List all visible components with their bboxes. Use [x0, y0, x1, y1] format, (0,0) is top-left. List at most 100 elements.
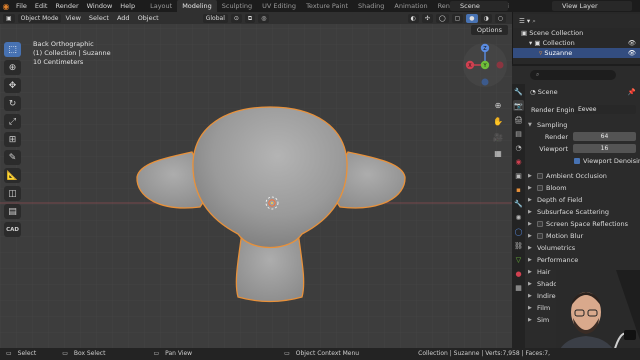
output-tab-icon[interactable]: 🖨: [513, 114, 524, 125]
section-bloom[interactable]: ▶ Bloom: [527, 182, 640, 194]
blender-logo-icon[interactable]: ◉: [0, 0, 12, 12]
material-tab-icon[interactable]: ●: [513, 268, 524, 279]
section-performance[interactable]: ▶ Performance: [527, 254, 640, 266]
expand-chevron-icon[interactable]: ▶: [528, 170, 532, 182]
section-motion-blur[interactable]: ▶ Motion Blur: [527, 230, 640, 242]
gizmo-neg-z-axis[interactable]: [481, 78, 489, 86]
shading-rendered-icon[interactable]: ○: [494, 13, 506, 23]
object-tab-icon[interactable]: ▪: [513, 184, 524, 195]
extra-tool-icon[interactable]: ▤: [4, 204, 21, 219]
expand-chevron-icon[interactable]: ▶: [528, 266, 532, 278]
menu-edit[interactable]: Edit: [31, 0, 52, 12]
pivot-icon[interactable]: ⊙: [230, 13, 242, 23]
eye-icon[interactable]: 👁: [628, 48, 636, 58]
view-layer-tab-icon[interactable]: ▤: [513, 128, 524, 139]
expand-chevron-icon[interactable]: ▶: [528, 278, 532, 290]
section-screen-space-reflections[interactable]: ▶ Screen Space Reflections: [527, 218, 640, 230]
tab-uv-editing[interactable]: UV Editing: [257, 0, 301, 12]
menu-help[interactable]: Help: [116, 0, 139, 12]
expand-chevron-icon[interactable]: ▶: [528, 206, 532, 218]
expand-chevron-icon[interactable]: ▶: [528, 290, 532, 302]
menu-object[interactable]: Object: [134, 12, 163, 24]
section-enable-checkbox[interactable]: [537, 233, 543, 239]
gizmo-toggle-icon[interactable]: ✣: [421, 13, 433, 23]
gizmo-neg-x-axis[interactable]: [496, 61, 504, 69]
visibility-icon[interactable]: ◐: [407, 13, 419, 23]
menu-render[interactable]: Render: [51, 0, 82, 12]
render-samples-field[interactable]: 64: [573, 132, 636, 141]
section-enable-checkbox[interactable]: [537, 173, 543, 179]
xray-icon[interactable]: ▢: [451, 13, 464, 23]
zoom-icon[interactable]: ⊕: [491, 98, 505, 112]
navigation-gizmo[interactable]: Z X Y: [462, 42, 508, 88]
modifier-tab-icon[interactable]: 🔧: [513, 198, 524, 209]
render-tab-icon[interactable]: 📷: [513, 100, 524, 111]
transform-tool-icon[interactable]: ⊞: [4, 132, 21, 147]
section-enable-checkbox[interactable]: [537, 185, 543, 191]
shading-material-icon[interactable]: ◑: [480, 13, 492, 23]
proportional-edit-icon[interactable]: ◎: [258, 13, 270, 23]
scene-tab-icon[interactable]: ◔: [513, 142, 524, 153]
move-tool-icon[interactable]: ✥: [4, 78, 21, 93]
menu-select[interactable]: Select: [85, 12, 113, 24]
expand-chevron-icon[interactable]: ▶: [528, 218, 532, 230]
data-tab-icon[interactable]: ▽: [513, 254, 524, 265]
eye-icon[interactable]: 👁: [628, 38, 636, 48]
expand-chevron-icon[interactable]: ▶: [528, 242, 532, 254]
scene-selector[interactable]: Scene: [450, 1, 508, 11]
measure-tool-icon[interactable]: 📐: [4, 168, 21, 183]
expand-chevron-icon[interactable]: ▶: [528, 182, 532, 194]
texture-tab-icon[interactable]: ▦: [513, 282, 524, 293]
section-ambient-occlusion[interactable]: ▶ Ambient Occlusion: [527, 170, 640, 182]
menu-add[interactable]: Add: [113, 12, 134, 24]
section-subsurface-scattering[interactable]: ▶ Subsurface Scattering: [527, 206, 640, 218]
physics-tab-icon[interactable]: ◯: [513, 226, 524, 237]
section-depth-of-field[interactable]: ▶ Depth of Field: [527, 194, 640, 206]
options-dropdown[interactable]: Options: [470, 25, 508, 35]
snap-icon[interactable]: ⧉: [244, 13, 256, 23]
view-layer-selector[interactable]: View Layer: [552, 1, 632, 11]
tab-sculpting[interactable]: Sculpting: [217, 0, 257, 12]
editor-type-button[interactable]: ▣: [3, 13, 15, 23]
outliner-scene-collection[interactable]: ▣ Scene Collection: [513, 28, 640, 38]
tab-texture-paint[interactable]: Texture Paint: [301, 0, 353, 12]
overlay-toggle-icon[interactable]: ◯: [435, 13, 449, 23]
sampling-section[interactable]: ▼ Sampling: [527, 119, 640, 131]
collection-tab-icon[interactable]: ▣: [513, 170, 524, 181]
ortho-grid-icon[interactable]: ▦: [491, 146, 505, 160]
render-engine-dropdown[interactable]: Eevee: [574, 105, 636, 114]
section-enable-checkbox[interactable]: [537, 221, 543, 227]
select-box-tool-icon[interactable]: ⬚: [4, 42, 21, 57]
particles-tab-icon[interactable]: ✺: [513, 212, 524, 223]
outliner-suzanne[interactable]: ▿ Suzanne 👁: [513, 48, 640, 58]
camera-icon[interactable]: 🎥: [491, 130, 505, 144]
tab-animation[interactable]: Animation: [389, 0, 432, 12]
properties-search-input[interactable]: ⌕: [530, 70, 616, 80]
shading-solid-icon[interactable]: ●: [466, 13, 478, 23]
rotate-tool-icon[interactable]: ↻: [4, 96, 21, 111]
tab-modeling[interactable]: Modeling: [177, 0, 217, 12]
section-volumetrics[interactable]: ▶ Volumetrics: [527, 242, 640, 254]
world-tab-icon[interactable]: ◉: [513, 156, 524, 167]
expand-chevron-icon[interactable]: ▶: [528, 302, 532, 314]
menu-file[interactable]: File: [12, 0, 31, 12]
menu-window[interactable]: Window: [83, 0, 117, 12]
menu-view[interactable]: View: [61, 12, 84, 24]
constraints-tab-icon[interactable]: ⛓: [513, 240, 524, 251]
pan-hand-icon[interactable]: ✋: [491, 114, 505, 128]
tool-tab-icon[interactable]: 🔧: [513, 86, 524, 97]
cursor-tool-icon[interactable]: ⊕: [4, 60, 21, 75]
expand-chevron-icon[interactable]: ▶: [528, 254, 532, 266]
viewport-samples-field[interactable]: 16: [573, 144, 636, 153]
expand-chevron-icon[interactable]: ▶: [528, 194, 532, 206]
cad-tool-button[interactable]: CAD: [4, 222, 21, 237]
outliner-collection[interactable]: ▾ ▣ Collection 👁: [513, 38, 640, 48]
annotate-tool-icon[interactable]: ✎: [4, 150, 21, 165]
expand-chevron-icon[interactable]: ▶: [528, 314, 532, 326]
scale-tool-icon[interactable]: ⤢: [4, 114, 21, 129]
viewport-denoising-checkbox[interactable]: [574, 158, 580, 164]
add-cube-tool-icon[interactable]: ◫: [4, 186, 21, 201]
mode-selector[interactable]: Object Mode: [17, 13, 62, 23]
tab-shading[interactable]: Shading: [353, 0, 389, 12]
pin-icon[interactable]: 📌: [628, 86, 636, 98]
